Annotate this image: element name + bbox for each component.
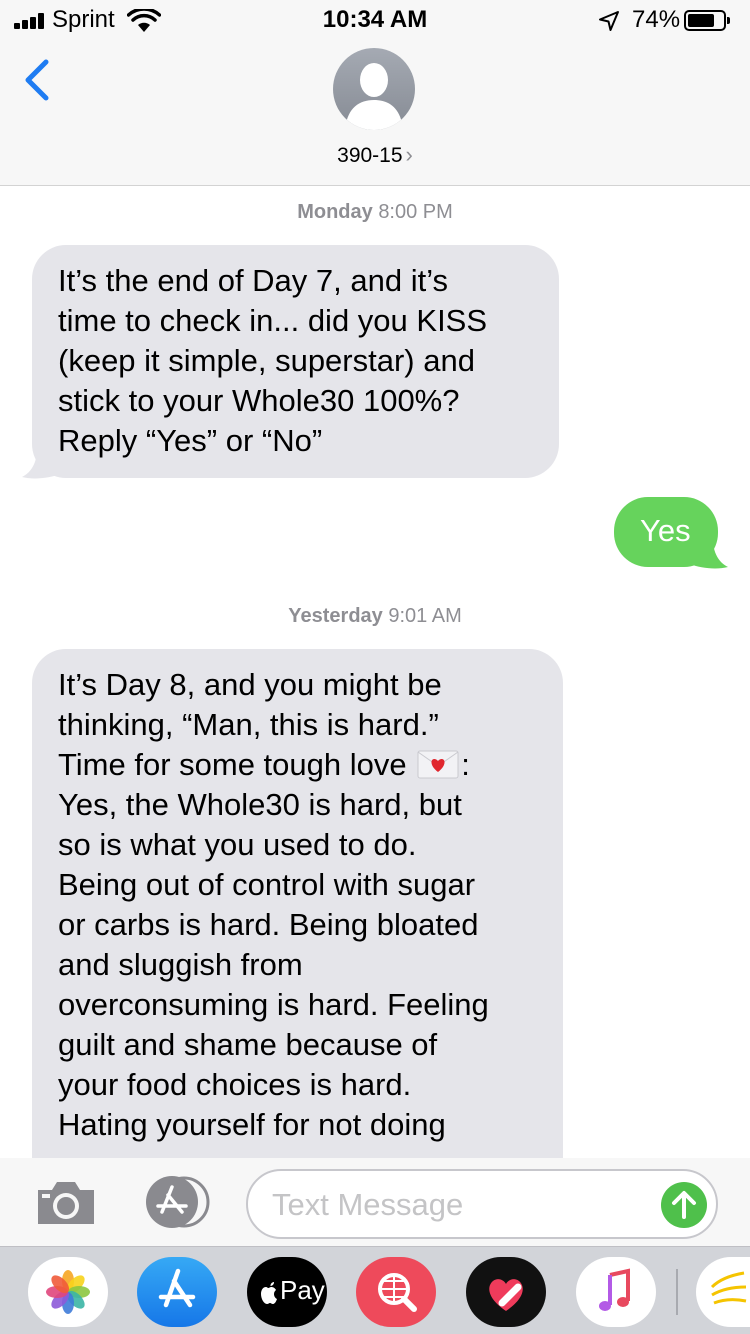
timestamp-monday: Monday 8:00 PM <box>0 201 750 224</box>
contact-avatar-icon[interactable] <box>333 48 415 130</box>
sprint-icon[interactable] <box>696 1257 750 1327</box>
incoming-message[interactable]: It’s the end of Day 7, and it’s time to … <box>32 245 559 478</box>
timestamp-day: Yesterday <box>288 605 383 627</box>
app-drawer: Pay <box>0 1246 750 1334</box>
photos-icon[interactable] <box>28 1257 108 1327</box>
chevron-right-icon: › <box>405 142 413 167</box>
message-input[interactable] <box>272 1183 642 1227</box>
status-bar: Sprint 10:34 AM 74% <box>0 0 750 40</box>
web-search-icon[interactable] <box>356 1257 436 1327</box>
location-arrow-icon <box>599 11 619 31</box>
timestamp-day: Monday <box>297 201 373 223</box>
music-icon[interactable] <box>576 1257 656 1327</box>
apple-pay-label: Pay <box>280 1275 325 1305</box>
timestamp-time: 8:00 PM <box>378 201 453 223</box>
heart-app-icon[interactable] <box>466 1257 546 1327</box>
message-input-bar <box>0 1158 750 1246</box>
back-chevron-icon[interactable] <box>22 58 52 102</box>
app-store-icon[interactable] <box>140 1174 212 1230</box>
message-text: : Yes, the Whole30 is hard, but so is wh… <box>58 747 489 1142</box>
message-field <box>246 1169 718 1239</box>
incoming-message[interactable]: It’s Day 8, and you might be thinking, “… <box>32 649 563 1209</box>
battery-percent: 74% <box>632 6 681 33</box>
send-arrow-icon <box>672 1191 696 1219</box>
contact-name-button[interactable]: 390-15 › <box>0 142 750 168</box>
conversation-header: 390-15 › <box>0 40 750 186</box>
camera-icon[interactable] <box>34 1178 98 1228</box>
apple-pay-icon[interactable]: Pay <box>247 1257 327 1327</box>
timestamp-yesterday: Yesterday 9:01 AM <box>0 605 750 628</box>
battery-icon <box>684 10 730 31</box>
outgoing-message[interactable]: Yes <box>614 497 718 567</box>
drawer-divider <box>676 1269 678 1315</box>
send-button[interactable] <box>661 1182 707 1228</box>
message-text: It’s Day 8, and you might be thinking, “… <box>58 667 442 782</box>
contact-name: 390-15 <box>337 144 403 167</box>
timestamp-time: 9:01 AM <box>388 605 462 627</box>
love-letter-icon <box>417 750 459 779</box>
app-store-icon[interactable] <box>137 1257 217 1327</box>
